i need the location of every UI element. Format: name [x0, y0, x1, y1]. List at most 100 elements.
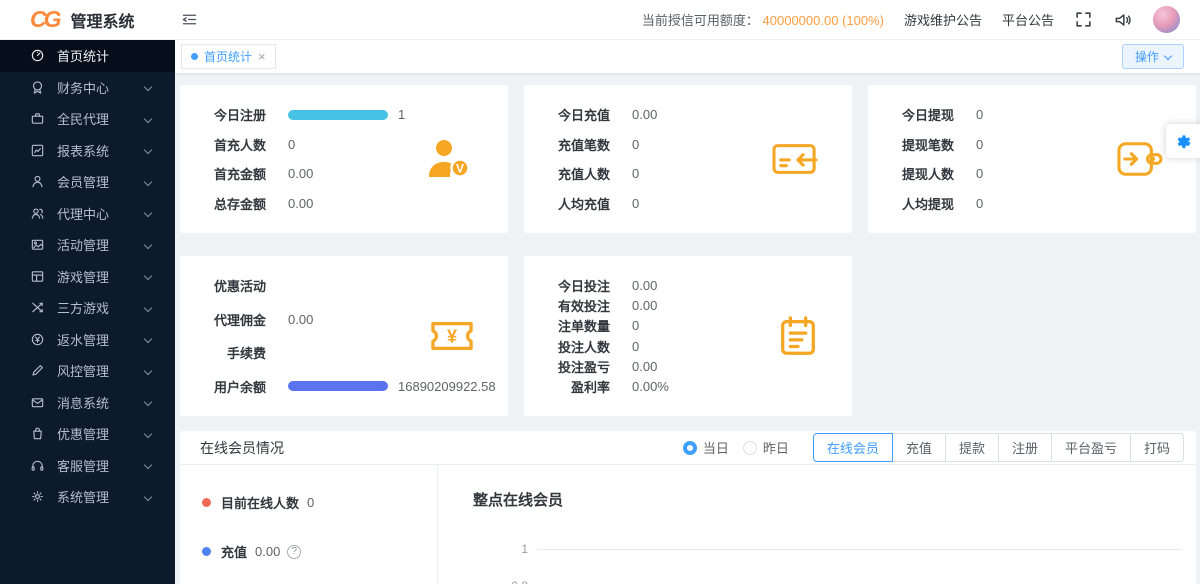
stat-value: 0.00: [632, 298, 658, 314]
stat-row: 用户余额 16890209922.58: [210, 377, 508, 396]
withdraw-wallet-icon: [1117, 142, 1163, 176]
sidebar-item-finance-center[interactable]: 财务中心: [0, 72, 175, 104]
activity-icon: [31, 239, 44, 250]
stat-row: 盈利率 0.00%: [554, 377, 852, 396]
sidebar-item-label: 财务中心: [57, 80, 110, 96]
chevron-down-icon: [143, 114, 153, 123]
metric-button-platform-pnl[interactable]: 平台盈亏: [1050, 433, 1131, 462]
message-icon: [31, 397, 44, 408]
stat-value: 0.00%: [632, 378, 669, 394]
sound-button[interactable]: [1113, 10, 1133, 30]
stat-value: 0: [632, 338, 640, 354]
metric-button-withdraw[interactable]: 提款: [944, 433, 999, 462]
stat-cards-grid: 今日注册 1 首充人数 0 首充金额 0.00 总存金额 0.00 V 今日充值…: [180, 85, 1196, 416]
legend-value: 0.00: [255, 544, 281, 559]
legend-label: 充值: [221, 545, 248, 560]
metric-button-online-members[interactable]: 在线会员: [812, 433, 893, 462]
user-avatar[interactable]: [1153, 6, 1180, 33]
radio-yesterday[interactable]: 昨日: [742, 438, 789, 457]
sidebar-item-rebate-management[interactable]: 返水管理: [0, 324, 175, 356]
online-members-panel: 在线会员情况 当日 昨日 在线会员 充值 提款 注册 平台盈亏 打码 目前在线人…: [180, 431, 1196, 584]
sidebar-item-promo-management[interactable]: 优惠管理: [0, 418, 175, 450]
platform-notice-link[interactable]: 平台公告: [1002, 10, 1054, 29]
sidebar-item-risk-management[interactable]: 风控管理: [0, 355, 175, 387]
stat-label: 人均提现: [901, 196, 954, 212]
stat-value: 0.00: [288, 166, 314, 182]
sidebar-item-agent-all[interactable]: 全民代理: [0, 103, 175, 135]
tab-actions-dropdown-button[interactable]: 操作: [1121, 44, 1184, 69]
active-tab-dot-icon: [191, 53, 198, 60]
balance-progress-bar: [288, 381, 388, 392]
metric-button-deposit[interactable]: 充值: [891, 433, 946, 462]
sidebar-item-activity-management[interactable]: 活动管理: [0, 229, 175, 261]
promo-icon: [33, 427, 42, 440]
stat-label: 提现人数: [901, 167, 954, 183]
tab-close-icon[interactable]: ×: [258, 50, 266, 63]
stat-value: 0.00: [632, 358, 658, 374]
help-icon[interactable]: ?: [287, 544, 302, 559]
sidebar-item-member-management[interactable]: 会员管理: [0, 166, 175, 198]
chevron-down-icon: [143, 177, 153, 186]
hourly-online-chart: 整点在线会员 1 0.8: [438, 465, 1196, 584]
fullscreen-button[interactable]: [1074, 10, 1093, 29]
stat-value: 0.00: [288, 195, 314, 211]
sidebar-item-home-stats[interactable]: 首页统计: [0, 40, 175, 72]
stat-value: 0.00: [632, 107, 658, 122]
sidebar-item-report-system[interactable]: 报表系统: [0, 135, 175, 167]
radio-checked-icon: [682, 440, 697, 455]
sidebar-item-thirdparty-games[interactable]: 三方游戏: [0, 292, 175, 324]
tab-label: 首页统计: [204, 50, 253, 64]
stat-value: 0: [976, 136, 984, 152]
legend-value: 0: [307, 495, 315, 510]
card-promo-balance-stats: 优惠活动 代理佣金 0.00 手续费 用户余额 16890209922.58 ¥: [180, 256, 508, 416]
sidebar-item-message-system[interactable]: 消息系统: [0, 387, 175, 419]
chevron-down-icon: [143, 272, 153, 281]
stat-value: 0.00: [632, 278, 658, 293]
legend-label: 目前在线人数: [221, 496, 300, 511]
sidebar-collapse-button[interactable]: [181, 11, 198, 28]
sidebar-item-label: 三方游戏: [57, 301, 110, 317]
metric-button-register[interactable]: 注册: [997, 433, 1052, 462]
sidebar-item-agency-center[interactable]: 代理中心: [0, 198, 175, 230]
metric-button-turnover[interactable]: 打码: [1129, 433, 1184, 462]
stat-label: 今日注册: [213, 108, 266, 123]
stat-row: 今日注册 1: [210, 105, 508, 124]
stat-value: 0: [976, 195, 984, 211]
radio-today[interactable]: 当日: [682, 438, 729, 457]
chevron-down-icon: [143, 492, 153, 501]
stat-value: 1: [398, 107, 406, 122]
dashboard-main: 今日注册 1 首充人数 0 首充金额 0.00 总存金额 0.00 V 今日充值…: [175, 73, 1200, 584]
panel-controls: 当日 昨日 在线会员 充值 提款 注册 平台盈亏 打码: [682, 433, 1184, 462]
game-maintenance-notice-link[interactable]: 游戏维护公告: [904, 10, 982, 29]
grid-spacer: [868, 256, 1196, 416]
yuan-ticket-icon: ¥: [431, 321, 473, 351]
sidebar-item-system-management[interactable]: 系统管理: [0, 481, 175, 513]
sidebar-item-label: 全民代理: [57, 112, 110, 128]
stat-value: 0: [976, 166, 984, 182]
sidebar-item-label: 代理中心: [57, 206, 110, 222]
chevron-down-icon: [143, 366, 153, 375]
stat-value: 0: [632, 195, 640, 211]
stat-label: 充值人数: [557, 167, 610, 183]
stat-row: 今日投注 0.00: [554, 276, 852, 295]
stat-label: 注单数量: [557, 319, 610, 335]
content-area: 首页统计 × 操作 今日注册 1 首充人数 0 首充金额 0.00 总存金额 0…: [175, 40, 1200, 584]
sidebar-item-label: 优惠管理: [57, 427, 110, 443]
sidebar-item-game-management[interactable]: 游戏管理: [0, 261, 175, 293]
sidebar-item-label: 首页统计: [57, 49, 110, 65]
settings-drawer-button[interactable]: [1166, 124, 1200, 158]
stat-value: 0: [632, 166, 640, 182]
sidebar-item-customer-service[interactable]: 客服管理: [0, 450, 175, 482]
sidebar-item-label: 游戏管理: [57, 269, 110, 285]
brand-logo: CG: [30, 6, 61, 32]
chevron-down-icon: [143, 335, 153, 344]
stat-label: 手续费: [226, 346, 266, 362]
card-bet-stats: 今日投注 0.00 有效投注 0.00 注单数量 0 投注人数 0 投注盈亏 0…: [524, 256, 852, 416]
credit-label: 当前授信可用额度：: [641, 13, 759, 28]
sidebar-item-label: 报表系统: [57, 143, 110, 159]
radio-unchecked-icon: [742, 440, 757, 455]
stat-label: 提现笔数: [901, 137, 954, 153]
header-right: 当前授信可用额度： 40000000.00 (100%) 游戏维护公告 平台公告: [642, 6, 1180, 33]
tab-home-stats[interactable]: 首页统计 ×: [181, 44, 276, 69]
sidebar-item-label: 系统管理: [57, 490, 110, 506]
